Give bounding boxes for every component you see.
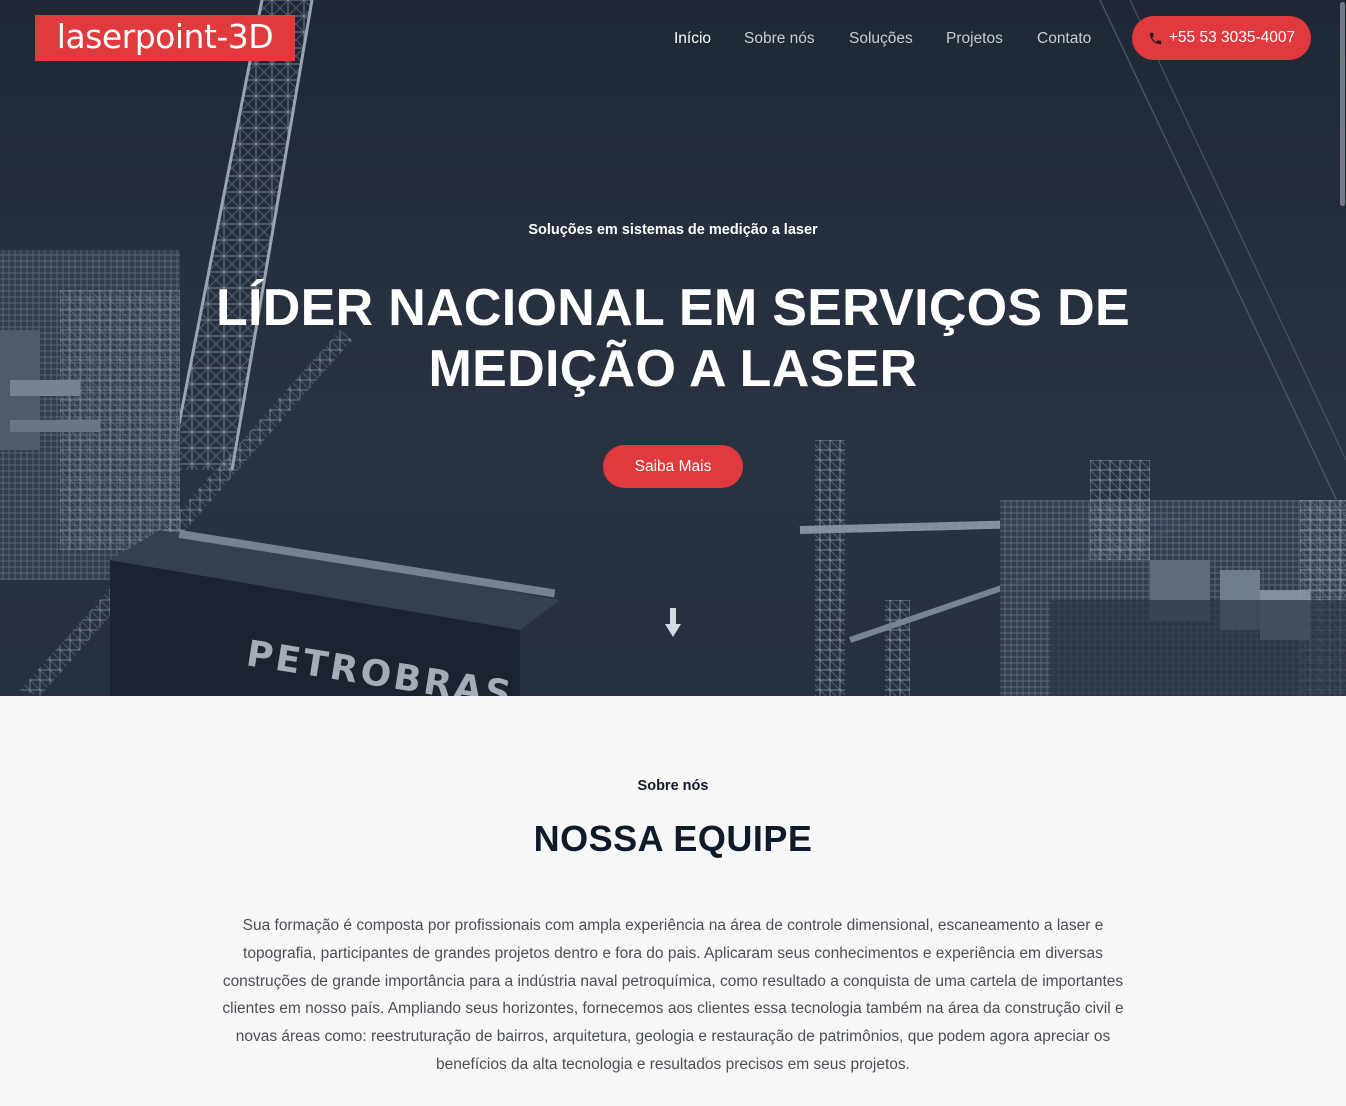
hero-title: LÍDER NACIONAL EM SERVIÇOS DE MEDIÇÃO A … xyxy=(123,278,1223,400)
nav-item-sobre-nos[interactable]: Sobre nós xyxy=(744,30,815,48)
nav-item-contato[interactable]: Contato xyxy=(1037,30,1091,48)
phone-icon xyxy=(1149,32,1161,44)
phone-label: +55 53 3035-4007 xyxy=(1168,29,1296,46)
hero-eyebrow: Soluções em sistemas de medição a laser xyxy=(528,222,818,238)
saiba-mais-button[interactable]: Saiba Mais xyxy=(603,445,743,488)
hero-section: PETROBRAS laserpoint-3D Início Sobre nós… xyxy=(0,0,1346,696)
hero-title-line2: MEDIÇÃO A LASER xyxy=(428,340,918,398)
about-title: NOSSA EQUIPE xyxy=(533,818,813,859)
hero-title-line1: LÍDER NACIONAL EM SERVIÇOS DE xyxy=(215,279,1130,337)
nav-item-projetos[interactable]: Projetos xyxy=(946,30,1003,48)
phone-button[interactable]: +55 53 3035-4007 xyxy=(1132,16,1311,60)
about-eyebrow: Sobre nós xyxy=(637,778,709,794)
arrow-down-icon[interactable] xyxy=(663,608,683,638)
scrollbar-thumb[interactable] xyxy=(1340,2,1345,206)
nav-item-inicio[interactable]: Início xyxy=(674,30,711,48)
page-scrollbar[interactable] xyxy=(1338,0,1346,1106)
nav-item-solucoes[interactable]: Soluções xyxy=(849,30,913,48)
about-body: Sua formação é composta por profissionai… xyxy=(222,917,1124,1073)
